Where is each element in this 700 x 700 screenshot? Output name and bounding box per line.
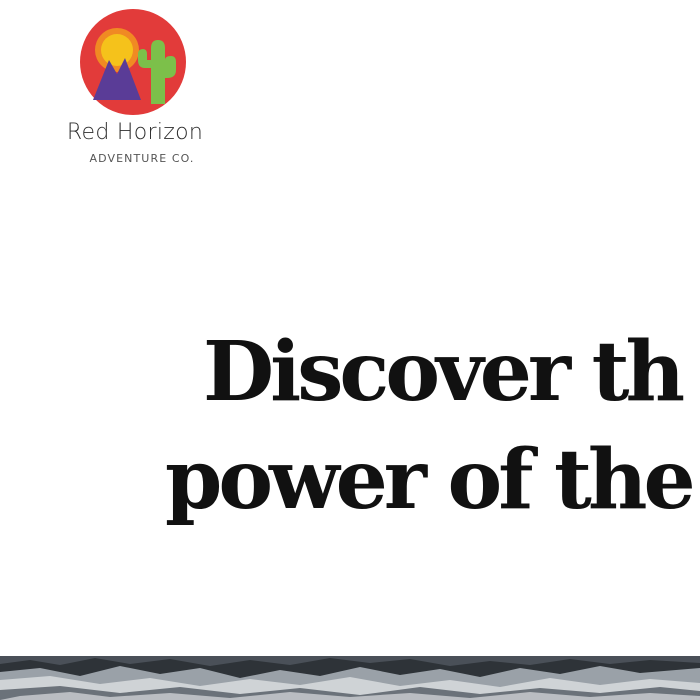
mountain-banner-image [0, 656, 700, 700]
hero-heading: Discover th power of the [165, 318, 700, 534]
logo-tagline: ADVENTURE CO. [89, 152, 195, 165]
logo-icon [80, 9, 186, 115]
hero-heading-line-1: Discover th [203, 324, 685, 420]
hero-heading-line-2: power of the [165, 432, 696, 528]
logo-link[interactable]: Red Horizon ADVENTURE CO. [40, 6, 230, 171]
page: Red Horizon ADVENTURE CO. Discover th po… [0, 0, 700, 700]
logo-name: Red Horizon [66, 120, 204, 145]
